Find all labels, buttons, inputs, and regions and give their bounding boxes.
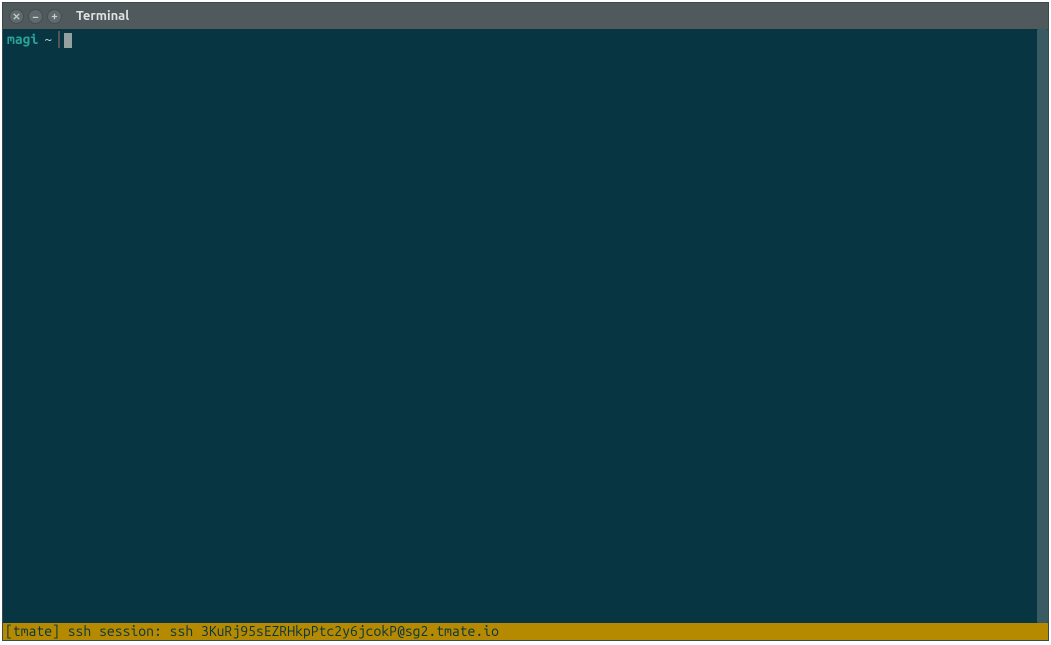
maximize-button[interactable] <box>47 9 62 24</box>
close-button[interactable] <box>9 9 24 24</box>
minimize-icon <box>31 12 40 21</box>
window-titlebar: Terminal <box>3 3 1048 29</box>
window-title: Terminal <box>76 9 129 23</box>
prompt-segment: magi ~ <box>5 31 60 48</box>
terminal-body[interactable]: magi ~ [tmate] ssh session: ssh 3KuRj95s… <box>3 29 1048 640</box>
terminal-content[interactable]: magi ~ <box>3 29 1048 623</box>
prompt-host: magi <box>5 31 40 48</box>
tmate-status-bar: [tmate] ssh session: ssh 3KuRj95sEZRHkpP… <box>3 623 1048 640</box>
prompt-path: ~ <box>40 31 58 48</box>
maximize-icon <box>50 12 59 21</box>
prompt-row: magi ~ <box>5 31 72 48</box>
close-icon <box>12 12 21 21</box>
scrollbar-thumb[interactable] <box>1037 29 1048 623</box>
terminal-cursor <box>64 33 72 48</box>
terminal-scrollbar[interactable] <box>1037 29 1048 623</box>
terminal-window: Terminal magi ~ [tmate] ssh session: ssh… <box>2 2 1049 641</box>
minimize-button[interactable] <box>28 9 43 24</box>
